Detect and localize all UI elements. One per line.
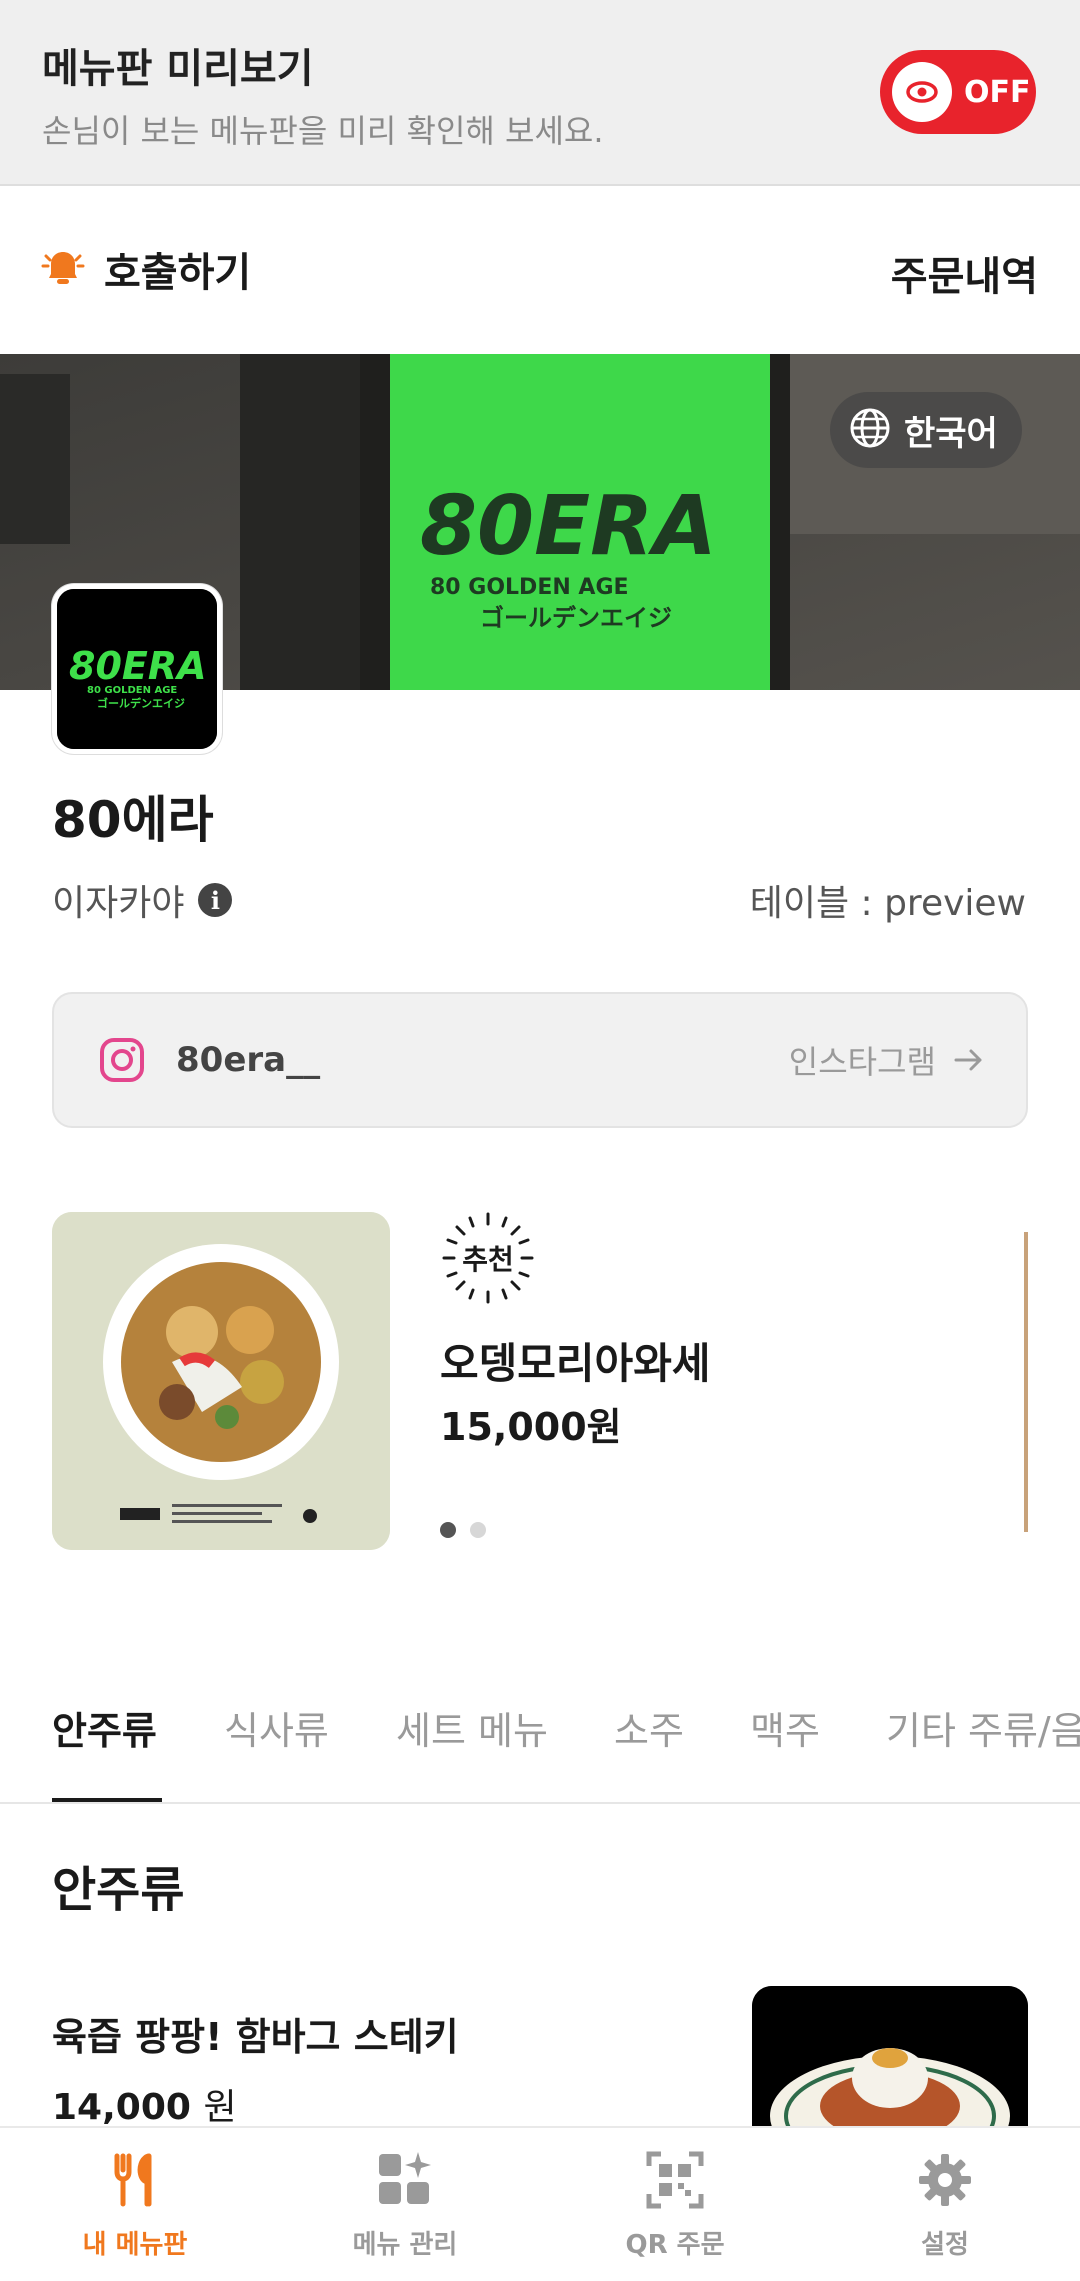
tab-soju[interactable]: 소주: [614, 1700, 684, 1755]
instagram-handle: 80era__: [176, 1040, 321, 1080]
info-icon[interactable]: i: [198, 883, 233, 917]
instagram-icon: [98, 1036, 146, 1084]
tab-other-drinks[interactable]: 기타 주류/음: [886, 1700, 1080, 1755]
tab-set-menu[interactable]: 세트 메뉴: [396, 1700, 548, 1755]
instagram-link[interactable]: 인스타그램: [789, 1037, 986, 1083]
nav-menu-manage[interactable]: 메뉴 관리: [270, 2128, 540, 2281]
nav-label: 내 메뉴판: [82, 2230, 188, 2260]
bell-icon: [40, 244, 86, 294]
menu-item-price-number: 14,000: [52, 2087, 191, 2128]
carousel-dot[interactable]: [440, 1522, 456, 1538]
cover-sign-text: 80ERA: [420, 479, 717, 574]
carousel-dot[interactable]: [470, 1522, 486, 1538]
tab-beer[interactable]: 맥주: [750, 1700, 820, 1755]
toggle-label: OFF: [964, 74, 1031, 110]
menu-item-price-unit: 원: [203, 2087, 237, 2128]
carousel-dots: [440, 1522, 486, 1538]
logo-sub1: 80 GOLDEN AGE: [87, 685, 177, 696]
qr-icon: [645, 2150, 705, 2214]
store-category: 이자카야 i: [52, 874, 233, 926]
tab-anju[interactable]: 안주류: [52, 1700, 157, 1755]
eye-icon: [892, 62, 952, 122]
order-history-link[interactable]: 주문내역: [891, 244, 1038, 302]
recommended-badge: 추천: [440, 1210, 536, 1306]
section-title: 안주류: [52, 1862, 185, 1918]
language-label: 한국어: [904, 413, 998, 454]
preview-title: 메뉴판 미리보기: [42, 46, 314, 92]
store-category-label: 이자카야: [52, 883, 185, 924]
globe-icon: [848, 406, 892, 454]
bottom-nav: 내 메뉴판 메뉴 관리 QR 주문 설정: [0, 2126, 1080, 2281]
gear-icon: [915, 2150, 975, 2214]
preview-banner: 메뉴판 미리보기 손님이 보는 메뉴판을 미리 확인해 보세요. OFF: [0, 0, 1080, 186]
menu-item-name[interactable]: 육즙 팡팡! 함바그 스테키: [52, 2006, 459, 2061]
menu-item-image[interactable]: [752, 1986, 1028, 2126]
category-tabs: 안주류 식사류 세트 메뉴 소주 맥주 기타 주류/음: [0, 1680, 1080, 1804]
nav-label: QR 주문: [625, 2230, 725, 2260]
call-staff-button[interactable]: 호출하기: [40, 240, 251, 298]
arrow-right-icon: [952, 1043, 986, 1077]
tab-meal[interactable]: 식사류: [224, 1700, 329, 1755]
cover-sign-sub1: 80 GOLDEN AGE: [430, 575, 629, 600]
menu-item-price: 14,000 원: [52, 2078, 237, 2130]
recommended-badge-label: 추천: [462, 1243, 514, 1276]
fork-knife-icon: [105, 2150, 165, 2214]
preview-subtitle: 손님이 보는 메뉴판을 미리 확인해 보세요.: [42, 112, 604, 150]
nav-my-menu[interactable]: 내 메뉴판: [0, 2128, 270, 2281]
cover-sign-sub2: ゴールデンエイジ: [480, 604, 672, 632]
nav-settings[interactable]: 설정: [810, 2128, 1080, 2281]
call-label: 호출하기: [104, 250, 252, 296]
table-info: 테이블 : preview: [749, 883, 1026, 924]
instagram-card[interactable]: 80era__ 인스타그램: [52, 992, 1028, 1128]
grid-sparkle-icon: [375, 2150, 435, 2214]
language-button[interactable]: 한국어: [830, 392, 1022, 468]
nav-label: 설정: [921, 2230, 969, 2260]
instagram-link-label: 인스타그램: [788, 1043, 936, 1081]
active-tab-indicator: [52, 1798, 162, 1802]
nav-qr-order[interactable]: QR 주문: [540, 2128, 810, 2281]
recommended-item-price: 15,000원: [440, 1405, 622, 1449]
preview-toggle[interactable]: OFF: [880, 50, 1036, 134]
next-card-peek: [1024, 1232, 1028, 1532]
recommended-item-image[interactable]: [52, 1212, 390, 1550]
action-bar: 호출하기 주문내역: [0, 188, 1080, 354]
nav-label: 메뉴 관리: [352, 2230, 458, 2260]
store-logo: 80ERA 80 GOLDEN AGE ゴールデンエイジ: [52, 584, 222, 754]
recommended-item-name[interactable]: 오뎅모리아와세: [440, 1330, 710, 1391]
logo-sub2: ゴールデンエイジ: [97, 696, 185, 710]
logo-text: 80ERA: [69, 644, 207, 688]
store-name: 80에라: [52, 791, 214, 849]
